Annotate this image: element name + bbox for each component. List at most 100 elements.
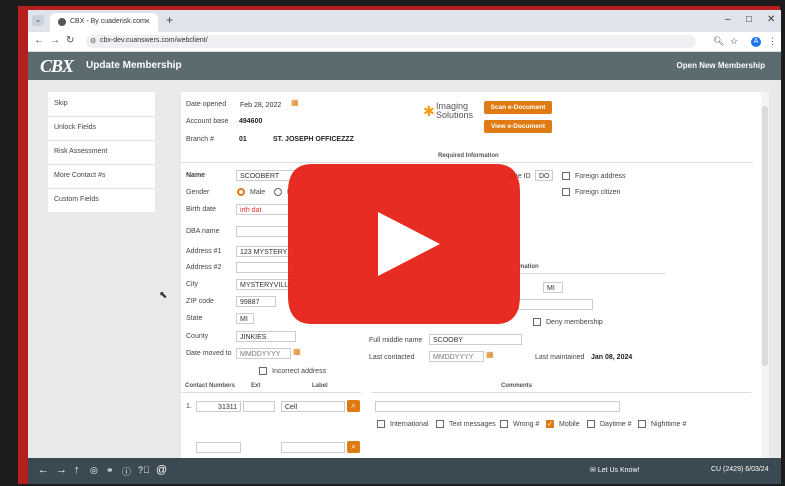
full-middle-name-field[interactable]: SCOOBY xyxy=(429,334,522,345)
url-field[interactable]: ⚙ cbx-dev.cuanswers.com/webclient/ xyxy=(86,35,696,48)
county-label: County xyxy=(186,333,209,340)
last-contacted-field[interactable]: MMDDYYYY xyxy=(429,351,484,362)
incorrect-address-checkbox[interactable] xyxy=(259,367,267,375)
birth-date-field[interactable]: irth dat xyxy=(236,204,296,215)
tab-cbx[interactable]: CBX - By cuaderisk.com × xyxy=(50,13,158,32)
help-icon[interactable]: ?⃝ xyxy=(138,465,150,475)
incorrect-address-label: Incorrect address xyxy=(272,368,327,375)
comments-field[interactable] xyxy=(375,401,620,412)
open-new-membership-link[interactable]: Open New Membership xyxy=(677,61,765,70)
divider xyxy=(181,162,753,163)
contact-number-field-2[interactable] xyxy=(196,442,241,453)
profile-avatar[interactable]: A xyxy=(751,37,761,47)
dba-field[interactable] xyxy=(236,226,296,237)
mobile-checkbox[interactable]: ✓ xyxy=(546,420,554,428)
daytime-checkbox[interactable] xyxy=(587,420,595,428)
text-messages-checkbox[interactable] xyxy=(436,420,444,428)
mobile-label: Mobile xyxy=(559,421,580,428)
sidebar-item-custom-fields[interactable]: Custom Fields xyxy=(48,188,155,212)
name-id-field[interactable]: DO xyxy=(535,170,553,181)
last-maintained-label: Last maintained xyxy=(535,354,585,361)
new-tab-icon[interactable]: + xyxy=(166,13,173,27)
contact-label-field[interactable]: Cell xyxy=(281,401,345,412)
nighttime-label: Nighttime # xyxy=(651,421,687,428)
search-icon[interactable]: ⌕ xyxy=(347,441,360,453)
deny-membership-label: Deny membership xyxy=(546,319,603,326)
contact-ext-field[interactable] xyxy=(243,401,275,412)
divider xyxy=(516,273,666,274)
comments-header: Comments xyxy=(501,383,533,389)
page-title: Update Membership xyxy=(86,60,182,71)
minimize-icon[interactable]: – xyxy=(725,14,731,25)
contact-row-index: 1. xyxy=(186,403,192,410)
address1-field[interactable]: 123 MYSTERY xyxy=(236,246,296,257)
email-icon[interactable]: @ xyxy=(156,464,167,476)
back-icon[interactable]: ← xyxy=(34,35,44,46)
zip-field[interactable]: 99887 xyxy=(236,296,276,307)
foreign-citizen-checkbox[interactable] xyxy=(562,188,570,196)
last-maintained-value: Jan 08, 2024 xyxy=(591,354,633,361)
bookmark-star-icon[interactable]: ☆ xyxy=(730,36,738,47)
back-arrow-icon[interactable]: ← xyxy=(38,464,49,476)
forward-icon[interactable]: → xyxy=(50,35,60,46)
close-window-icon[interactable]: ✕ xyxy=(767,14,775,25)
calendar-icon[interactable]: ▦ xyxy=(291,98,299,107)
view-edocument-button[interactable]: View e-Document xyxy=(484,120,552,133)
calendar-icon[interactable]: ▦ xyxy=(486,350,494,359)
address2-field[interactable] xyxy=(236,262,296,273)
site-info-icon[interactable]: ⚙ xyxy=(90,37,96,45)
link-icon[interactable]: ⚭ xyxy=(106,465,114,476)
scrollbar[interactable] xyxy=(761,92,769,458)
date-moved-label: Date moved to xyxy=(186,350,232,357)
zip-label: ZIP code xyxy=(186,298,214,305)
scan-edocument-button[interactable]: Scan e-Document xyxy=(484,101,552,114)
calendar-icon[interactable]: ▦ xyxy=(293,347,301,356)
extra-field[interactable] xyxy=(518,299,593,310)
foreign-address-checkbox[interactable] xyxy=(562,172,570,180)
tab-bar: ⌄ CBX - By cuaderisk.com × + – □ ✕ xyxy=(28,10,781,32)
sidebar-item-more-contacts[interactable]: More Contact #s xyxy=(48,164,155,189)
sidebar-item-label: Custom Fields xyxy=(54,196,99,203)
date-opened-field[interactable]: Feb 28, 2022 xyxy=(236,99,288,110)
search-icon[interactable]: ⌕ xyxy=(347,400,360,412)
international-label: International xyxy=(390,421,429,428)
gender-label: Gender xyxy=(186,189,210,196)
name-label: Name xyxy=(186,172,206,179)
favicon-icon xyxy=(58,18,66,26)
contact-label-field-2[interactable] xyxy=(281,442,345,453)
foreign-address-label: Foreign address xyxy=(575,173,626,180)
deny-membership-checkbox[interactable] xyxy=(533,318,541,326)
zoom-icon[interactable]: 🔍︎ xyxy=(713,36,724,47)
international-checkbox[interactable] xyxy=(377,420,385,428)
wrong-number-checkbox[interactable] xyxy=(500,420,508,428)
tab-search-icon[interactable]: ⌄ xyxy=(32,15,44,26)
county-field[interactable]: JINKIES xyxy=(236,331,296,342)
account-base-value: 494600 xyxy=(239,118,263,125)
state-field[interactable]: MI xyxy=(236,313,254,324)
info-icon[interactable]: ⓘ xyxy=(122,465,131,478)
history-icon[interactable]: ◎ xyxy=(90,465,98,476)
youtube-play-button-icon[interactable] xyxy=(288,164,520,324)
sidebar-item-skip[interactable]: Skip xyxy=(48,92,155,117)
kebab-menu-icon[interactable]: ⋮ xyxy=(768,36,777,47)
branch-label: Branch # xyxy=(186,136,215,143)
forward-arrow-icon[interactable]: → xyxy=(56,464,67,476)
gender-male-radio[interactable] xyxy=(237,188,245,196)
branch-number: 01 xyxy=(239,136,247,143)
divider xyxy=(181,392,361,393)
contact-number-field[interactable]: 31311 xyxy=(196,401,241,412)
scrollbar-thumb[interactable] xyxy=(762,106,768,366)
up-arrow-icon[interactable]: ↑ xyxy=(74,464,80,476)
let-us-know-link[interactable]: ✉ Let Us Know! xyxy=(590,466,639,474)
sidebar-item-label: Skip xyxy=(54,100,68,107)
gender-female-radio[interactable] xyxy=(274,188,282,196)
maximize-icon[interactable]: □ xyxy=(746,14,752,25)
city-field[interactable]: MYSTERYVILLE xyxy=(236,279,296,290)
sidebar-item-risk-assessment[interactable]: Risk Assessment xyxy=(48,140,155,165)
middle-initial-field[interactable]: MI xyxy=(543,282,563,293)
date-moved-field[interactable]: MMDDYYYY xyxy=(236,348,291,359)
sidebar-item-unlock-fields[interactable]: Unlock Fields xyxy=(48,116,155,141)
reload-icon[interactable]: ↻ xyxy=(66,35,74,46)
nighttime-checkbox[interactable] xyxy=(638,420,646,428)
close-tab-icon[interactable]: × xyxy=(145,16,150,26)
